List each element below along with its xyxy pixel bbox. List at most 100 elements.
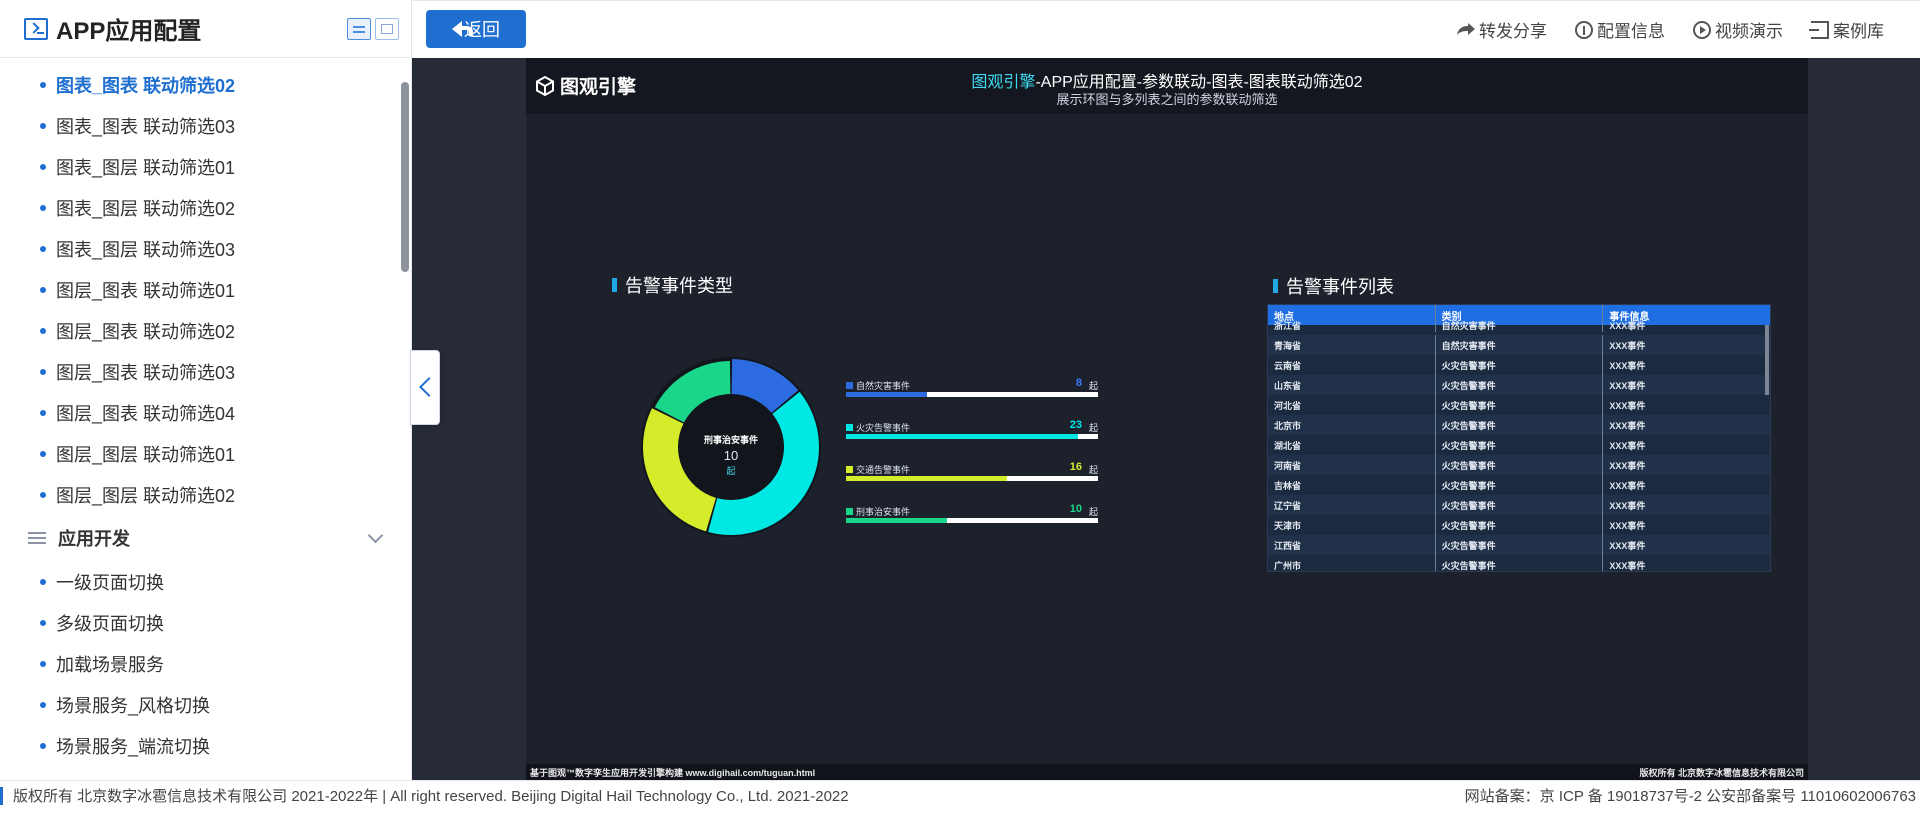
legend-swatch: [846, 382, 853, 389]
bullet-icon: [40, 327, 46, 334]
table-cell: XXX事件: [1609, 540, 1646, 551]
table-cell: 云南省: [1268, 355, 1436, 375]
legend-bar-track: [846, 476, 1098, 481]
table-cell: XXX事件: [1609, 520, 1646, 531]
bullet-icon: [40, 368, 46, 375]
sidebar-item[interactable]: 加载场景服务: [0, 643, 411, 684]
table-cell: 火灾告警事件: [1436, 535, 1604, 555]
sidebar-item-label: 图层_图表 联动筛选01: [56, 280, 236, 301]
table-row[interactable]: 广州市 火灾告警事件 XXX事件: [1268, 555, 1770, 571]
table-cell: XXX事件: [1609, 400, 1646, 411]
alarm-table: 地点 类别 事件信息 浙江省 自然灾害事件 XXX事件 青海省 自然灾害事件 XXX事件云…: [1267, 304, 1771, 572]
table-cell: 火灾告警事件: [1436, 455, 1604, 475]
donut-chart-svg: 刑事治安事件 10 起: [641, 357, 821, 537]
table-row[interactable]: 湖北省 火灾告警事件 XXX事件: [1268, 435, 1770, 455]
donut-center-unit: 起: [726, 466, 735, 476]
share-label: 转发分享: [1479, 22, 1547, 41]
sidebar-item-label: 场景服务_风格切换: [56, 695, 211, 716]
sidebar-item[interactable]: 图表_图层 联动筛选01: [0, 146, 411, 187]
table-cell: 火灾告警事件: [1436, 515, 1604, 535]
legend-swatch: [846, 466, 853, 473]
alarm-list-title: 告警事件列表: [1273, 273, 1394, 299]
sidebar-item[interactable]: 图层_图表 联动筛选01: [0, 269, 411, 310]
sidebar-item[interactable]: 多级页面切换: [0, 602, 411, 643]
table-cell: 自然灾害事件: [1436, 335, 1604, 355]
table-cell: XXX事件: [1609, 480, 1646, 491]
case-library-button[interactable]: 案例库: [1809, 17, 1884, 42]
legend-row[interactable]: 火灾告警事件 23 起: [846, 419, 1098, 462]
table-row[interactable]: 吉林省 火灾告警事件 XXX事件: [1268, 475, 1770, 495]
table-row[interactable]: 云南省 火灾告警事件 XXX事件: [1268, 355, 1770, 375]
legend-unit: 起: [1088, 507, 1098, 517]
table-cell: XXX事件: [1609, 420, 1646, 431]
legend-row[interactable]: 刑事治安事件 10 起: [846, 503, 1098, 546]
table-scrollbar[interactable]: [1765, 325, 1769, 395]
image-view-icon[interactable]: [375, 18, 399, 40]
table-row[interactable]: 浙江省 自然灾害事件 XXX事件: [1268, 319, 1770, 335]
table-cell: XXX事件: [1609, 560, 1646, 571]
legend-bars: 自然灾害事件 8 起火灾告警事件 23 起交通告警事件 16 起刑事治安事件 10 起: [846, 377, 1098, 546]
case-library-label: 案例库: [1833, 22, 1884, 41]
table-row[interactable]: 河北省 火灾告警事件 XXX事件: [1268, 395, 1770, 415]
legend-label: 交通告警事件: [856, 465, 911, 475]
legend-value: 23: [1069, 419, 1082, 431]
main-stage: 图观引擎 图观引擎-APP应用配置-参数联动-图表-图表联动筛选02 展示环图与…: [412, 58, 1920, 780]
bullet-icon: [40, 660, 46, 667]
sidebar-item[interactable]: 图表_图层 联动筛选02: [0, 187, 411, 228]
play-icon: [1693, 20, 1711, 39]
config-info-button[interactable]: 配置信息: [1575, 17, 1665, 42]
table-row[interactable]: 天津市 火灾告警事件 XXX事件: [1268, 515, 1770, 535]
legend-swatch: [846, 508, 853, 515]
top-actions: 转发分享 配置信息 视频演示 案例库: [1457, 17, 1884, 42]
sidebar-item[interactable]: 场景服务_端流切换: [0, 725, 411, 766]
bullet-icon: [40, 409, 46, 416]
table-cell: 山东省: [1268, 375, 1436, 395]
collapse-sidebar-button[interactable]: [410, 350, 440, 425]
sidebar-item[interactable]: 图表_图层 联动筛选03: [0, 228, 411, 269]
table-cell: XXX事件: [1609, 440, 1646, 451]
sidebar-item[interactable]: 图层_图层 联动筛选02: [0, 474, 411, 515]
sidebar-item[interactable]: 图表_图表 联动筛选03: [0, 105, 411, 146]
table-cell: 广州市: [1268, 555, 1436, 571]
sidebar-item-label: 图表_图层 联动筛选03: [56, 239, 236, 260]
sidebar-item[interactable]: 图层_图表 联动筛选03: [0, 351, 411, 392]
share-button[interactable]: 转发分享: [1457, 17, 1547, 42]
video-demo-button[interactable]: 视频演示: [1693, 17, 1783, 42]
table-row[interactable]: 青海省 自然灾害事件 XXX事件: [1268, 335, 1770, 355]
bullet-icon: [40, 122, 46, 129]
sidebar-group-app-dev[interactable]: 应用开发: [0, 515, 411, 561]
sidebar-item[interactable]: 图层_图表 联动筛选02: [0, 310, 411, 351]
sidebar-item[interactable]: 图层_图表 联动筛选04: [0, 392, 411, 433]
list-icon: [28, 530, 46, 546]
table-cell: 江西省: [1268, 535, 1436, 555]
sidebar-item[interactable]: 图层_图层 联动筛选01: [0, 433, 411, 474]
table-row[interactable]: 河南省 火灾告警事件 XXX事件: [1268, 455, 1770, 475]
sidebar-scrollbar[interactable]: [401, 82, 409, 272]
sidebar-item-label: 图层_图层 联动筛选01: [56, 444, 236, 465]
table-cell: 湖北省: [1268, 435, 1436, 455]
sidebar-item-label: 图表_图层 联动筛选02: [56, 198, 236, 219]
donut-chart[interactable]: 刑事治安事件 10 起: [636, 352, 826, 542]
chevron-down-icon[interactable]: [367, 527, 384, 544]
sidebar-item[interactable]: 图表_图表 联动筛选02: [0, 64, 411, 105]
sidebar-item[interactable]: 场景服务_风格切换: [0, 684, 411, 725]
table-row[interactable]: 山东省 火灾告警事件 XXX事件: [1268, 375, 1770, 395]
sidebar-item[interactable]: 一级页面切换: [0, 561, 411, 602]
legend-bar-track: [846, 392, 1098, 397]
legend-bar-track: [846, 518, 1098, 523]
table-row[interactable]: 辽宁省 火灾告警事件 XXX事件: [1268, 495, 1770, 515]
legend-row[interactable]: 交通告警事件 16 起: [846, 461, 1098, 504]
table-cell: XXX事件: [1609, 460, 1646, 471]
list-view-icon[interactable]: [347, 18, 371, 40]
back-button[interactable]: 返回: [426, 10, 526, 48]
table-cell: 天津市: [1268, 515, 1436, 535]
table-cell: 辽宁省: [1268, 495, 1436, 515]
table-row[interactable]: 江西省 火灾告警事件 XXX事件: [1268, 535, 1770, 555]
table-cell: XXX事件: [1609, 340, 1646, 351]
sidebar-item-label: 多级页面切换: [56, 613, 164, 634]
legend-row[interactable]: 自然灾害事件 8 起: [846, 377, 1098, 420]
table-cell: 火灾告警事件: [1436, 435, 1604, 455]
legend-value: 10: [1069, 503, 1082, 515]
alarm-type-title: 告警事件类型: [612, 272, 733, 298]
table-row[interactable]: 北京市 火灾告警事件 XXX事件: [1268, 415, 1770, 435]
